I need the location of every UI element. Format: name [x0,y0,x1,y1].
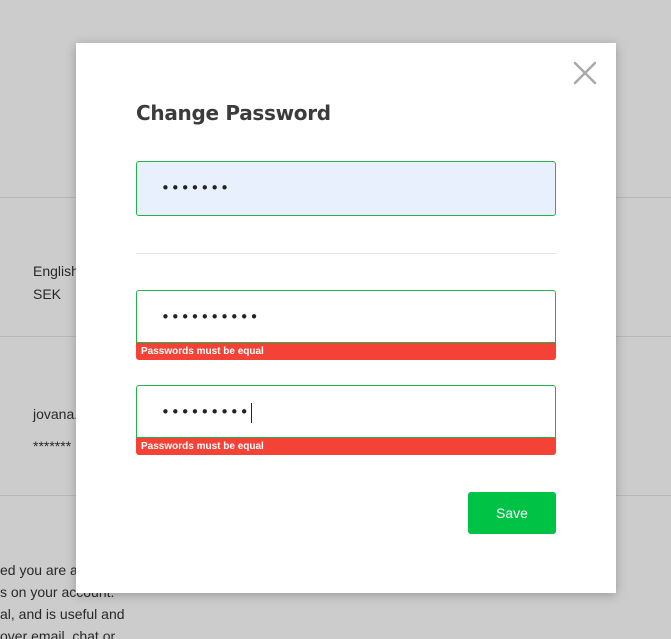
confirm-password-error: Passwords must be equal [136,438,556,455]
confirm-password-text: ••••••••• [161,402,252,423]
close-icon[interactable] [572,60,598,86]
current-password-input[interactable]: ••••••• [136,161,556,216]
confirm-password-input[interactable]: ••••••••• [136,385,556,438]
dialog-title: Change Password [136,101,331,125]
confirm-password-field[interactable]: ••••••••• Passwords must be equal [136,385,556,455]
new-password-input[interactable]: •••••••••• [136,290,556,343]
change-password-dialog: Change Password ••••••• •••••••••• Passw… [76,43,616,593]
new-password-field[interactable]: •••••••••• Passwords must be equal [136,290,556,360]
new-password-error: Passwords must be equal [136,343,556,360]
save-button[interactable]: Save [468,492,556,534]
new-password-value: •••••••••• [161,308,260,326]
confirm-password-value: ••••••••• [161,403,250,421]
text-caret [250,402,252,423]
divider [136,253,556,254]
current-password-field[interactable]: ••••••• [136,161,556,216]
current-password-value: ••••••• [161,179,230,197]
